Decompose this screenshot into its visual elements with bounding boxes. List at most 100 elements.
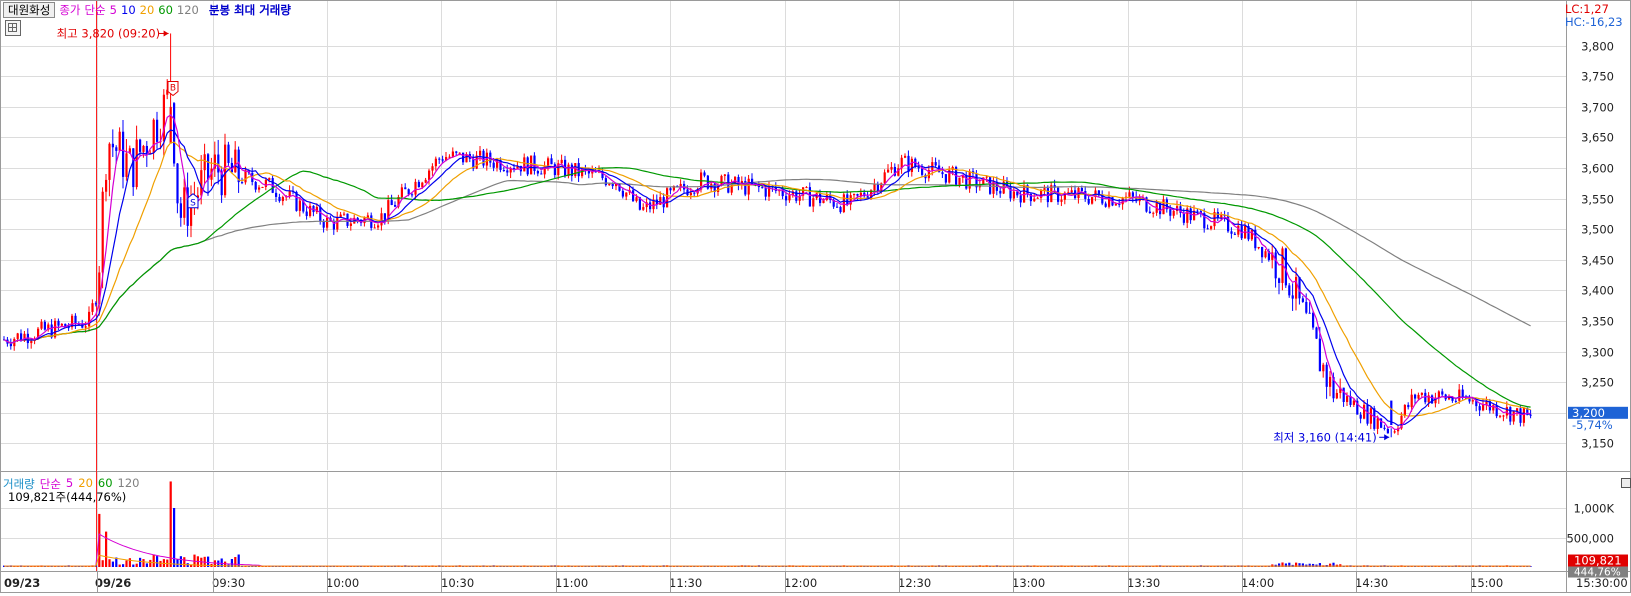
candle-body <box>1322 365 1324 372</box>
candle-body <box>309 206 311 216</box>
candle-body <box>809 187 811 206</box>
candle-body <box>176 164 178 204</box>
candle-body <box>554 164 556 175</box>
candle-body <box>125 153 127 177</box>
candle-body <box>1417 395 1419 399</box>
volume-bar <box>119 565 121 567</box>
candle-body <box>112 144 114 148</box>
indicator-ma-type-label[interactable]: 단순 <box>85 2 106 18</box>
indicator-ma5-label[interactable]: 5 <box>110 3 117 17</box>
candle-body <box>1387 429 1389 433</box>
indicator-close-label[interactable]: 종가 <box>59 2 80 18</box>
volume-bar <box>176 560 178 567</box>
candle-body <box>748 179 750 195</box>
candle-body <box>1414 395 1416 399</box>
candle-body <box>1394 431 1396 432</box>
candle-body <box>265 180 267 187</box>
candle-body <box>1118 204 1120 205</box>
candle-body <box>1377 419 1379 429</box>
candle-body <box>1482 405 1484 410</box>
chart-frame <box>1 1 1631 593</box>
candle-body <box>350 224 352 226</box>
candle-body <box>1220 215 1222 218</box>
candle-body <box>119 132 121 151</box>
candle-body <box>61 324 63 326</box>
candle-body <box>1105 203 1107 206</box>
candle-body <box>1479 406 1481 410</box>
candle-body <box>1448 398 1450 400</box>
candle-body <box>44 322 46 330</box>
candle-body <box>153 120 155 153</box>
candle-body <box>703 172 705 175</box>
price-tick-label: 3,400 <box>1581 284 1614 298</box>
indicator-ma120-label[interactable]: 120 <box>177 3 199 17</box>
candle-body <box>74 316 76 324</box>
candle-body <box>669 188 671 190</box>
candle-body <box>418 182 420 187</box>
candle-body <box>506 170 508 172</box>
volume-bar <box>153 555 155 567</box>
candle-body <box>136 140 138 187</box>
candle-body <box>836 207 838 208</box>
candle-body <box>442 159 444 160</box>
candle-body <box>1009 186 1011 199</box>
candle-body <box>200 170 202 195</box>
candle-body <box>411 194 413 195</box>
candle-body <box>1149 212 1151 213</box>
candle-body <box>1499 416 1501 417</box>
candle-body <box>435 159 437 167</box>
candle-body <box>1217 212 1219 218</box>
candle-body <box>1020 195 1022 202</box>
time-tick-label: 09/23 <box>4 576 40 590</box>
panel-close-icon[interactable] <box>1621 478 1631 488</box>
volume-bar <box>136 564 138 567</box>
indicator-ma60-label[interactable]: 60 <box>158 3 173 17</box>
candle-body <box>401 187 403 197</box>
candle-body <box>306 212 308 216</box>
candle-body <box>234 150 236 173</box>
candle-body <box>428 171 430 180</box>
price-tick-label: 3,300 <box>1581 346 1614 360</box>
volume-bar <box>180 556 182 567</box>
candle-body <box>1360 415 1362 419</box>
candle-body <box>1373 408 1375 429</box>
candle-body <box>10 344 12 347</box>
candle-body <box>625 193 627 197</box>
candle-body <box>1424 393 1426 402</box>
volume-value-label: 109,821 <box>1574 554 1622 568</box>
candle-series <box>3 33 1532 437</box>
price-tick-label: 3,250 <box>1581 376 1614 390</box>
volume-bar <box>105 532 107 567</box>
candle-body <box>1132 192 1134 196</box>
candle-body <box>278 197 280 201</box>
chart-type-label[interactable]: 분봉 최대 거래량 <box>209 2 291 18</box>
candle-body <box>1173 211 1175 216</box>
candle-body <box>1278 278 1280 283</box>
candle-body <box>479 151 481 156</box>
candle-body <box>391 200 393 205</box>
candle-body <box>1312 313 1314 328</box>
indicator-ma10-label[interactable]: 10 <box>121 3 136 17</box>
chart-header: 대원화성 종가 단순 5 10 20 60 120 분봉 최대 거래량 <box>3 2 291 18</box>
candle-body <box>132 148 134 187</box>
price-tick-label: 3,150 <box>1581 437 1614 451</box>
candle-body <box>1162 199 1164 214</box>
indicator-ma20-label[interactable]: 20 <box>140 3 155 17</box>
volume-bar <box>156 556 158 567</box>
grid-tool-icon[interactable] <box>5 20 21 36</box>
candle-body <box>91 303 93 312</box>
price-tick-label: 3,600 <box>1581 162 1614 176</box>
candle-body <box>635 197 637 201</box>
candle-body <box>608 184 610 185</box>
volume-bar <box>132 565 134 567</box>
candle-body <box>765 188 767 197</box>
candle-body <box>846 194 848 204</box>
candle-body <box>1363 405 1365 419</box>
candle-body <box>142 146 144 152</box>
candle-body <box>533 156 535 171</box>
candle-body <box>911 159 913 172</box>
candle-body <box>1302 298 1304 302</box>
candle-body <box>1315 328 1317 339</box>
stock-name-button[interactable]: 대원화성 <box>3 2 55 18</box>
candle-body <box>921 168 923 175</box>
